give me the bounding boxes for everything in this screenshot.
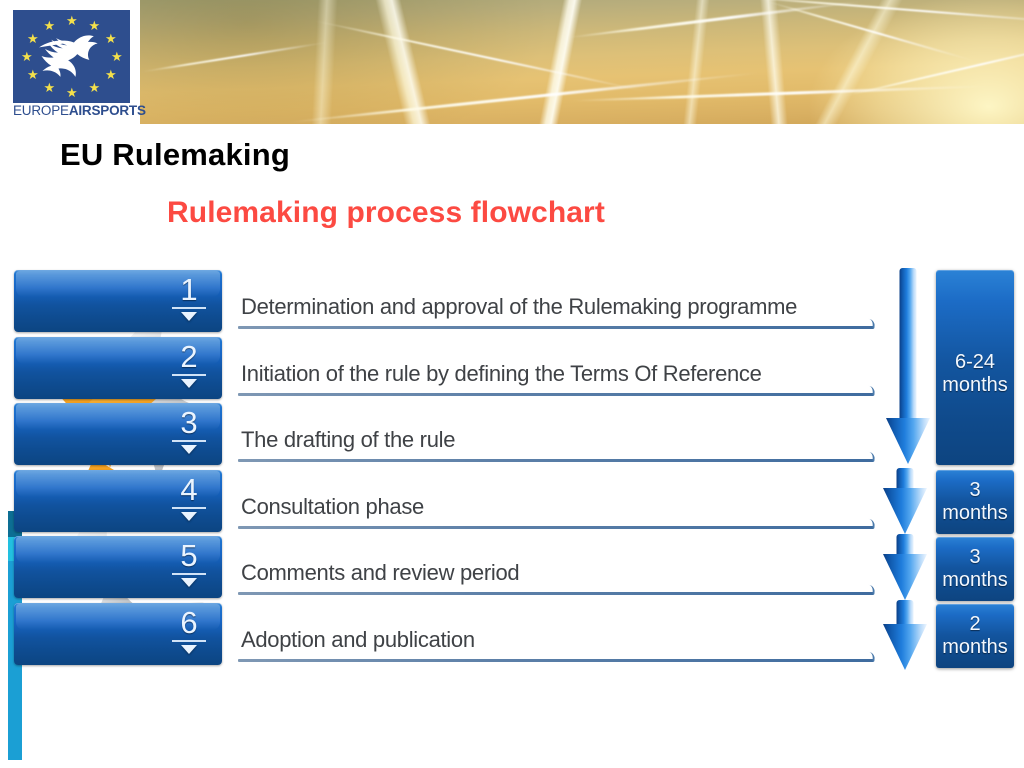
step-number-underline [172, 506, 206, 509]
duration-badge: 3 months [936, 537, 1014, 601]
step-number-underline [172, 639, 206, 642]
contrail-streak [141, 41, 329, 73]
step-number-bar[interactable]: 1 [14, 270, 222, 332]
eagle-icon [38, 34, 98, 77]
arrow-shaft [899, 268, 917, 418]
chevron-down-icon [181, 445, 197, 454]
step-number-bar[interactable]: 6 [14, 602, 222, 665]
step-number: 4 [180, 471, 198, 507]
logo-wordmark-light: EUROPE [13, 103, 69, 118]
step-number-bar[interactable]: 2 [14, 336, 222, 399]
contrail-streak [763, 0, 977, 63]
step-label-underline [238, 658, 874, 662]
step-label: Initiation of the rule by defining the T… [241, 360, 762, 386]
page-subtitle: Rulemaking process flowchart [167, 196, 605, 229]
duration-unit: months [942, 502, 1008, 524]
step-label-underline [238, 459, 874, 462]
eu-star-icon: ★ [21, 49, 33, 64]
arrow-head [883, 488, 927, 534]
duration-unit: months [942, 569, 1008, 591]
logo-wordmark-bold: AIRSPORTS [68, 103, 146, 118]
step-number: 2 [180, 338, 198, 374]
step-number-bar[interactable]: 4 [14, 469, 222, 532]
duration-unit: months [942, 636, 1008, 658]
duration-value: 2 [969, 613, 981, 635]
eu-star-icon: ★ [66, 85, 78, 100]
eu-flag-panel: ★ ★ ★ ★ ★ ★ ★ ★ ★ ★ ★ ★ [13, 10, 130, 103]
contrail-streak [291, 71, 759, 124]
arrow-head [886, 418, 930, 464]
step-number-bar[interactable]: 5 [14, 536, 222, 598]
step-label-underline [238, 392, 874, 396]
step-number: 3 [180, 405, 198, 440]
duration-value: 3 [969, 546, 981, 568]
timeline-arrow-down-icon [885, 268, 931, 464]
step-number: 5 [180, 538, 198, 573]
timeline-arrow-down-icon [882, 468, 928, 534]
step-number-underline [172, 573, 206, 575]
step-number: 1 [180, 272, 198, 307]
chevron-down-icon [181, 378, 197, 388]
chevron-down-icon [181, 644, 197, 654]
arrow-shaft [896, 600, 914, 624]
step-number-underline [172, 440, 206, 442]
step-number-bar[interactable]: 3 [14, 403, 222, 465]
arrow-head [883, 554, 927, 600]
contrail-streak [843, 36, 1024, 98]
eu-star-icon: ★ [66, 13, 78, 28]
chevron-down-icon [181, 511, 197, 521]
duration-unit: months [942, 374, 1008, 396]
duration-badge: 2 months [936, 604, 1014, 668]
logo-wordmark: EUROPEAIRSPORTS [13, 103, 146, 118]
step-label: Determination and approval of the Rulema… [241, 294, 798, 319]
step-label-underline [238, 525, 874, 529]
timeline-arrow-down-icon [882, 600, 928, 670]
chevron-down-icon [181, 312, 197, 321]
step-label-underline [238, 592, 874, 595]
chevron-down-icon [181, 578, 197, 587]
arrow-shaft [896, 534, 914, 554]
step-number: 6 [180, 604, 198, 640]
arrow-shaft [896, 468, 914, 488]
contrail-streak [570, 84, 990, 103]
contrail-streak [313, 19, 647, 93]
duration-value: 6-24 [954, 351, 996, 373]
duration-value: 3 [969, 479, 981, 501]
page-title: EU Rulemaking [60, 137, 290, 172]
step-number-underline [172, 373, 206, 376]
step-label: Consultation phase [241, 493, 424, 519]
eu-star-icon: ★ [111, 49, 123, 64]
timeline-arrow-down-icon [882, 534, 928, 600]
step-label-underline [238, 326, 874, 329]
sky-contrails-photo [140, 0, 1024, 124]
contrail-streak [565, 0, 865, 40]
step-label: The drafting of the rule [241, 427, 456, 452]
europe-airsports-logo: ★ ★ ★ ★ ★ ★ ★ ★ ★ ★ ★ ★ EUROPEAIRSPORTS [0, 0, 146, 124]
step-label: Adoption and publication [241, 626, 475, 652]
step-label: Comments and review period [241, 560, 520, 585]
arrow-head [883, 624, 927, 670]
duration-badge: 6-24 months [936, 270, 1014, 465]
slide-header: ★ ★ ★ ★ ★ ★ ★ ★ ★ ★ ★ ★ EUROPEAIRSPORTS [0, 0, 1024, 124]
contrail-streak [730, 0, 1024, 26]
duration-badge: 3 months [936, 470, 1014, 534]
step-number-underline [172, 307, 206, 309]
